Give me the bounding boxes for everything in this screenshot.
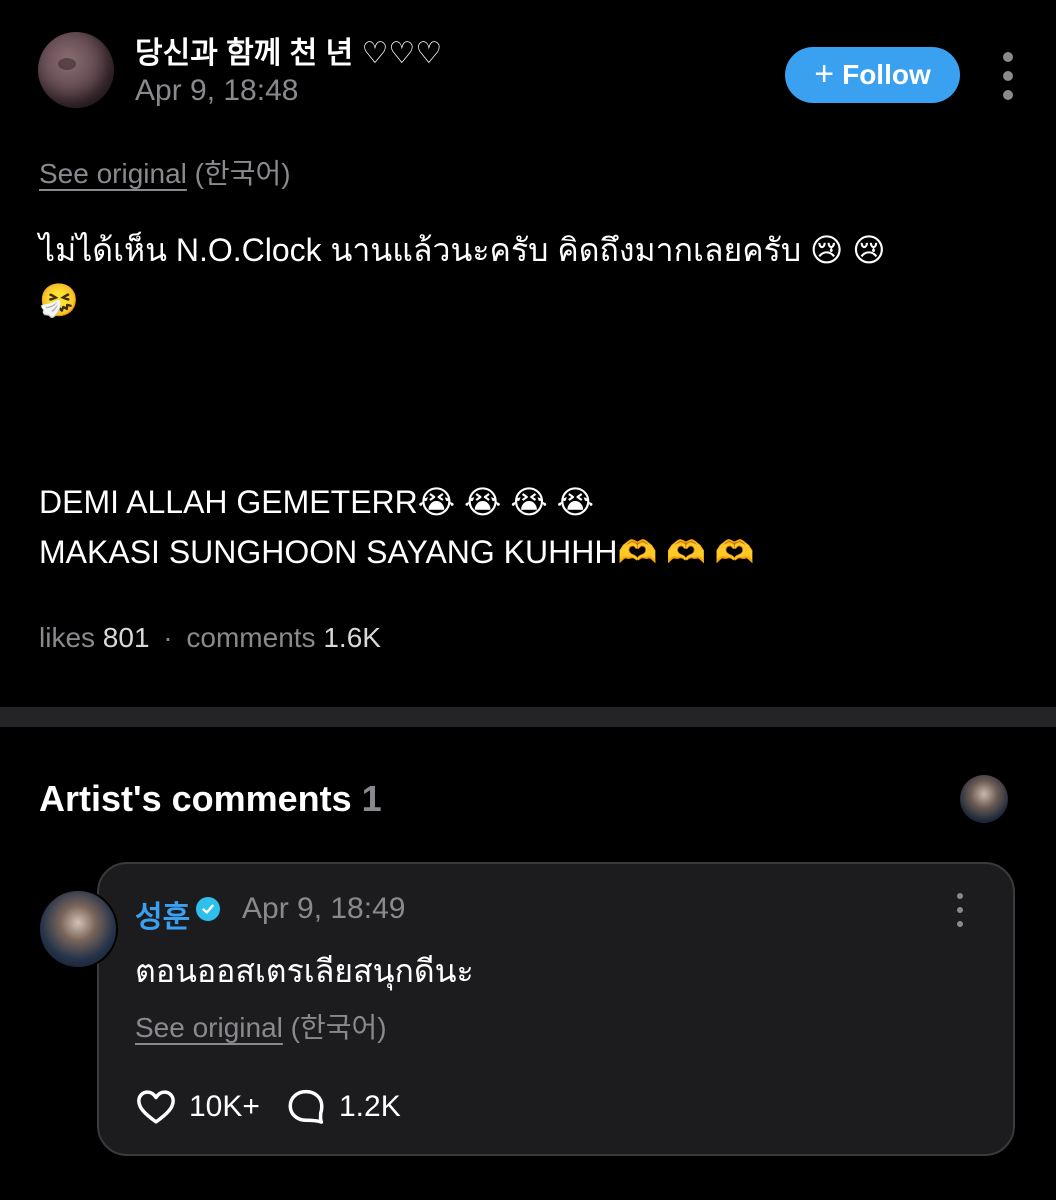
follow-button[interactable]: + Follow: [785, 47, 960, 103]
likes-count: 801: [102, 622, 150, 653]
post-text-line-4: MAKASI SUNGHOON SAYANG KUHHH🫶 🫶 🫶: [39, 534, 755, 570]
comments-label[interactable]: comments: [186, 622, 315, 653]
post-stats: likes 801 · comments 1.6K: [39, 622, 381, 654]
plus-icon: +: [814, 54, 835, 93]
artist-comments-title: Artist's comments 1: [39, 778, 382, 820]
commenter-name[interactable]: 성훈: [135, 892, 190, 936]
comment-reply-button[interactable]: 1.2K: [285, 1086, 401, 1128]
post-text-line-3: DEMI ALLAH GEMETERR😭 😭 😭 😭: [39, 484, 594, 520]
speech-bubble-icon: [288, 1089, 324, 1124]
see-original-link[interactable]: See original: [39, 158, 187, 189]
artist-comments-label: Artist's comments: [39, 778, 352, 819]
artist-avatar-small[interactable]: [960, 775, 1008, 823]
comment-like-count: 10K+: [189, 1090, 260, 1123]
post-timestamp: Apr 9, 18:48: [135, 74, 299, 107]
stats-separator: ·: [163, 622, 173, 653]
post-author-name[interactable]: 당신과 함께 천 년 ♡♡♡: [135, 28, 442, 72]
comment-see-original-link[interactable]: See original: [135, 1012, 283, 1043]
comment-timestamp: Apr 9, 18:49: [242, 892, 406, 925]
see-original-row: See original (한국어): [39, 152, 291, 192]
artist-comments-count: 1: [361, 778, 382, 819]
comments-count[interactable]: 1.6K: [323, 622, 381, 653]
comment-reply-count: 1.2K: [339, 1090, 401, 1123]
commenter-avatar[interactable]: [38, 889, 118, 969]
comment-more-icon[interactable]: [952, 893, 968, 927]
author-avatar[interactable]: [38, 32, 114, 108]
comment-original-language: (한국어): [290, 1012, 387, 1043]
post-text-line-2: 🤧: [39, 282, 79, 318]
more-vertical-icon[interactable]: [995, 52, 1021, 100]
follow-label: Follow: [842, 59, 931, 90]
heart-icon: [137, 1090, 175, 1124]
comment-like-button[interactable]: 10K+: [135, 1086, 260, 1128]
post-text-line-1: ไม่ได้เห็น N.O.Clock นานแล้วนะครับ คิดถึ…: [39, 232, 886, 268]
comment-text: ตอนออสเตรเลียสนุกดีนะ: [135, 953, 474, 989]
comment-see-original-row: See original (한국어): [135, 1006, 387, 1046]
likes-label: likes: [39, 622, 96, 653]
verified-badge-icon: [196, 897, 220, 921]
original-language: (한국어): [194, 158, 291, 189]
section-divider: [0, 707, 1056, 727]
